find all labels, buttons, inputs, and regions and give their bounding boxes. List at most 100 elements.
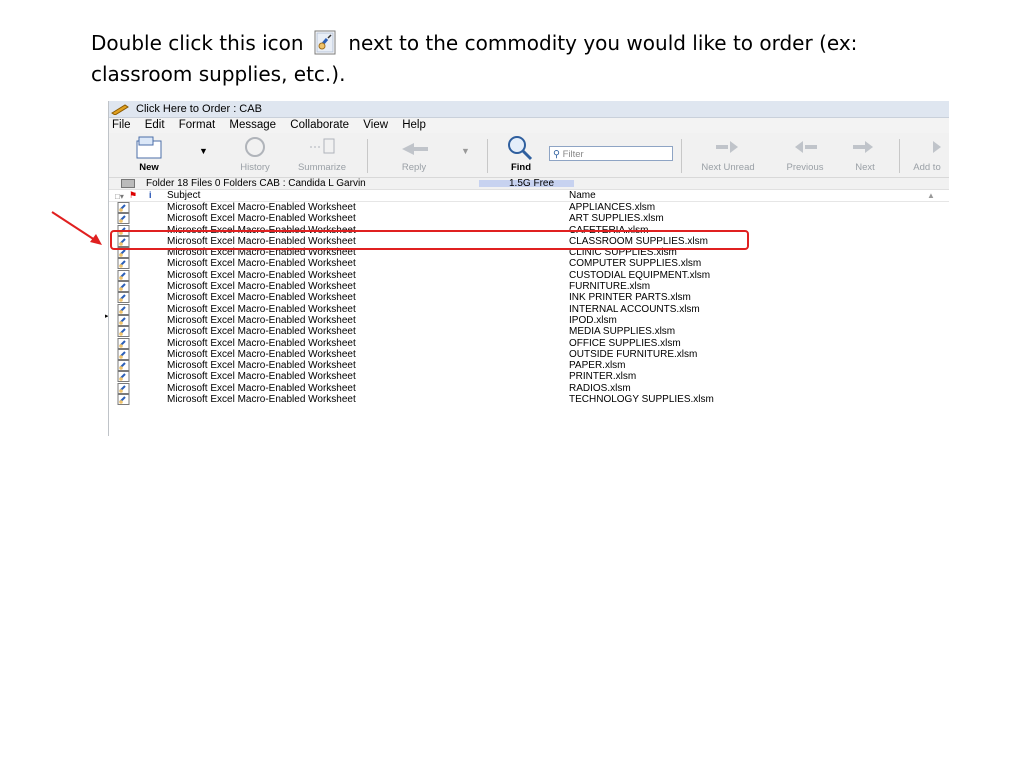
filter-input[interactable]: ⚲ Filter — [549, 146, 673, 161]
toolbar-separator — [681, 139, 682, 173]
next-button[interactable]: Next — [843, 135, 887, 175]
row-filename: PAPER.xlsm — [569, 360, 626, 372]
toolbar-separator — [899, 139, 900, 173]
list-item[interactable]: Microsoft Excel Macro-Enabled Worksheet P… — [109, 371, 949, 383]
row-filename: IPOD.xlsm — [569, 314, 617, 326]
previous-icon — [795, 141, 817, 153]
list-item[interactable]: Microsoft Excel Macro-Enabled Worksheet R… — [109, 382, 949, 394]
row-filename: OUTSIDE FURNITURE.xlsm — [569, 348, 698, 360]
mail-client-window: Click Here to Order : CAB File Edit Form… — [108, 101, 949, 436]
magnifier-icon — [508, 136, 533, 161]
list-item[interactable]: Microsoft Excel Macro-Enabled Worksheet F… — [109, 281, 949, 293]
reply-button[interactable]: Reply — [389, 135, 439, 175]
excel-attachment-icon[interactable] — [117, 394, 131, 406]
list-item[interactable]: Microsoft Excel Macro-Enabled Worksheet O… — [109, 337, 949, 349]
row-subject: Microsoft Excel Macro-Enabled Worksheet — [167, 202, 356, 213]
excel-attachment-icon[interactable] — [117, 371, 131, 383]
excel-attachment-icon[interactable] — [117, 292, 131, 304]
excel-attachment-icon[interactable] — [117, 258, 131, 270]
row-subject: Microsoft Excel Macro-Enabled Worksheet — [167, 382, 356, 394]
row-subject: Microsoft Excel Macro-Enabled Worksheet — [167, 213, 356, 225]
excel-attachment-icon[interactable] — [117, 202, 131, 213]
excel-attachment-icon[interactable] — [117, 360, 131, 372]
list-item[interactable]: Microsoft Excel Macro-Enabled Worksheet T… — [109, 394, 949, 406]
list-item[interactable]: Microsoft Excel Macro-Enabled Worksheet O… — [109, 348, 949, 360]
row-filename: RADIOS.xlsm — [569, 382, 631, 394]
row-subject: Microsoft Excel Macro-Enabled Worksheet — [167, 303, 356, 315]
highlight-box — [110, 230, 749, 250]
find-button[interactable]: Find — [499, 135, 543, 175]
window-title: Click Here to Order : CAB — [136, 103, 262, 115]
excel-attachment-icon[interactable] — [117, 314, 131, 326]
menu-collaborate[interactable]: Collaborate — [290, 118, 349, 133]
add-to-button[interactable]: Add to — [905, 135, 949, 175]
row-filename: INK PRINTER PARTS.xlsm — [569, 292, 691, 304]
disk-free-text: 1.5G Free — [509, 178, 555, 189]
list-item[interactable]: Microsoft Excel Macro-Enabled Worksheet I… — [109, 292, 949, 304]
excel-attachment-icon[interactable] — [117, 281, 131, 293]
menu-message[interactable]: Message — [229, 118, 276, 133]
info-column-icon[interactable]: i — [149, 190, 152, 201]
row-filename: APPLIANCES.xlsm — [569, 202, 656, 213]
row-filename: MEDIA SUPPLIES.xlsm — [569, 326, 676, 338]
excel-attachment-icon[interactable] — [117, 348, 131, 360]
menu-view[interactable]: View — [363, 118, 388, 133]
excel-attachment-icon[interactable] — [117, 303, 131, 315]
list-item[interactable]: Microsoft Excel Macro-Enabled Worksheet A… — [109, 202, 949, 213]
add-to-icon — [933, 141, 941, 153]
next-unread-icon — [716, 141, 738, 153]
excel-attachment-icon[interactable] — [117, 382, 131, 394]
toolbar-separator — [487, 139, 488, 173]
menu-edit[interactable]: Edit — [145, 118, 165, 133]
summarize-button[interactable]: Summarize — [289, 135, 355, 175]
chevron-down-icon: ▼ — [461, 146, 470, 156]
row-subject: Microsoft Excel Macro-Enabled Worksheet — [167, 360, 356, 372]
row-filename: CUSTODIAL EQUIPMENT.xlsm — [569, 269, 711, 281]
menu-file[interactable]: File — [112, 118, 131, 133]
history-icon — [245, 137, 265, 157]
list-item[interactable]: Microsoft Excel Macro-Enabled Worksheet I… — [109, 314, 949, 326]
list-item[interactable]: Microsoft Excel Macro-Enabled Worksheet M… — [109, 326, 949, 338]
status-bar: Folder 18 Files 0 Folders CAB : Candida … — [109, 178, 949, 190]
list-item[interactable]: Microsoft Excel Macro-Enabled Worksheet C… — [109, 258, 949, 270]
attachment-column-icon[interactable]: □▾ — [115, 191, 124, 202]
flag-column-icon[interactable]: ⚑ — [129, 190, 137, 201]
row-filename: INTERNAL ACCOUNTS.xlsm — [569, 303, 700, 315]
excel-attachment-icon[interactable] — [117, 337, 131, 349]
row-subject: Microsoft Excel Macro-Enabled Worksheet — [167, 292, 356, 304]
previous-button[interactable]: Previous — [775, 135, 835, 175]
list-item[interactable]: Microsoft Excel Macro-Enabled Worksheet I… — [109, 303, 949, 315]
menu-format[interactable]: Format — [179, 118, 215, 133]
toolbar-separator — [367, 139, 368, 173]
new-button[interactable]: New — [123, 135, 175, 175]
new-document-icon — [136, 136, 162, 159]
excel-attachment-icon[interactable] — [117, 213, 131, 225]
row-subject: Microsoft Excel Macro-Enabled Worksheet — [167, 281, 356, 293]
row-subject: Microsoft Excel Macro-Enabled Worksheet — [167, 314, 356, 326]
instruction-text-before: Double click this icon — [91, 31, 304, 55]
list-item[interactable]: Microsoft Excel Macro-Enabled Worksheet P… — [109, 360, 949, 372]
row-subject: Microsoft Excel Macro-Enabled Worksheet — [167, 337, 356, 349]
next-unread-button[interactable]: Next Unread — [687, 135, 769, 175]
list-item[interactable]: Microsoft Excel Macro-Enabled Worksheet C… — [109, 269, 949, 281]
excel-attachment-icon[interactable] — [117, 326, 131, 338]
toolbar: New ▼ History Summarize Reply ▼ Find Nex… — [109, 133, 949, 178]
next-icon — [853, 141, 873, 153]
row-filename: ART SUPPLIES.xlsm — [569, 213, 664, 225]
chevron-down-icon: ▼ — [199, 146, 208, 156]
row-filename: FURNITURE.xlsm — [569, 281, 651, 293]
subject-column-header[interactable]: Subject — [167, 190, 200, 201]
history-button[interactable]: History — [233, 135, 277, 175]
row-subject: Microsoft Excel Macro-Enabled Worksheet — [167, 269, 356, 281]
title-bar: Click Here to Order : CAB — [109, 101, 949, 118]
menu-help[interactable]: Help — [402, 118, 426, 133]
excel-attachment-icon[interactable] — [117, 269, 131, 281]
summarize-icon — [310, 138, 335, 154]
row-filename: TECHNOLOGY SUPPLIES.xlsm — [569, 394, 714, 406]
sort-ascending-icon[interactable]: ▲ — [927, 190, 935, 201]
notes-pencil-icon — [111, 103, 129, 120]
row-subject: Microsoft Excel Macro-Enabled Worksheet — [167, 326, 356, 338]
name-column-header[interactable]: Name — [569, 190, 596, 201]
list-item[interactable]: Microsoft Excel Macro-Enabled Worksheet A… — [109, 213, 949, 225]
row-subject: Microsoft Excel Macro-Enabled Worksheet — [167, 348, 356, 360]
